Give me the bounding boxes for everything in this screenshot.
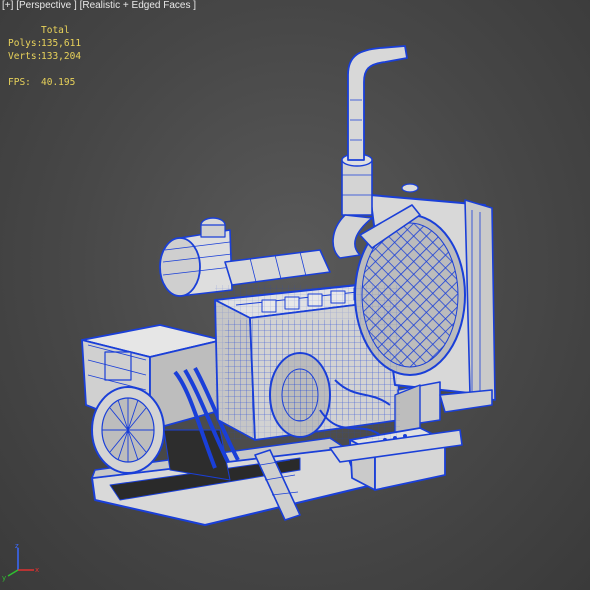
- intake-pipe: [224, 249, 331, 286]
- viewport-3d-scene[interactable]: [0, 0, 590, 590]
- svg-text:x: x: [35, 566, 39, 574]
- exhaust-muffler: [341, 159, 373, 216]
- axis-gizmo-icon: z x y: [2, 542, 39, 582]
- generator-model[interactable]: [81, 45, 496, 526]
- base-rail-right: [439, 389, 493, 413]
- svg-text:y: y: [2, 574, 6, 582]
- svg-text:z: z: [15, 542, 19, 550]
- exhaust-stack: [347, 45, 408, 161]
